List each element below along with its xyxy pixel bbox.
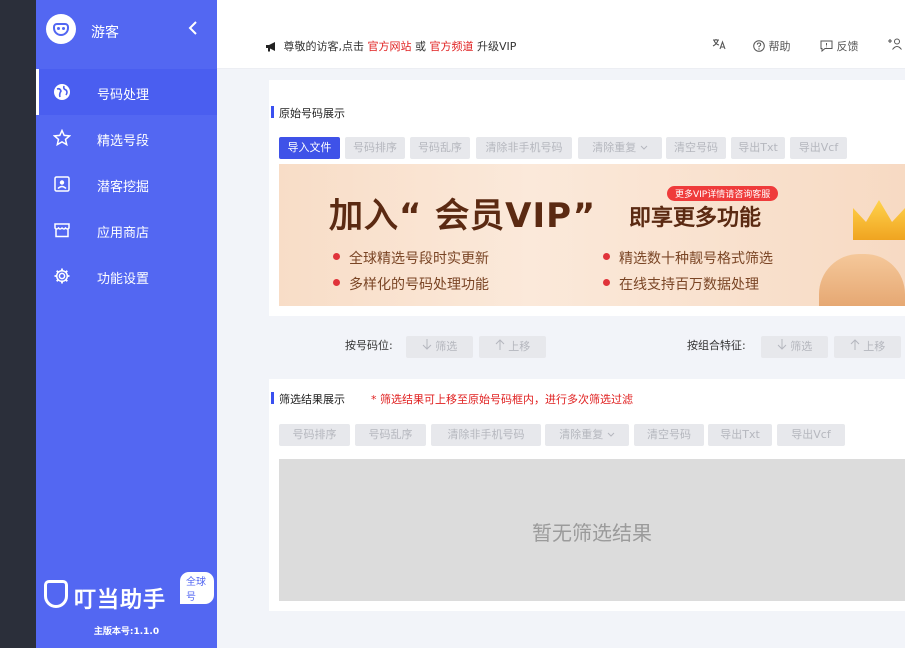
by-combination-label: 按组合特征: (687, 339, 746, 352)
arrow-down-icon (422, 339, 432, 353)
brand-badge: 全球号 (180, 572, 214, 604)
version-text: 主版本号:1.1.0 (93, 627, 160, 637)
sidebar-item-app-store[interactable]: 应用商店 (36, 207, 217, 253)
results-hint: * 筛选结果可上移至原始号码框内，进行多次筛选过滤 (371, 393, 633, 406)
brand-name: 叮当助手 (74, 588, 167, 613)
sort-numbers-button[interactable]: 号码排序 (345, 137, 405, 159)
results-shuffle-button[interactable]: 号码乱序 (355, 424, 426, 446)
notice-suffix: 升级VIP (477, 40, 517, 53)
add-user-icon (887, 38, 903, 53)
clear-numbers-button[interactable]: 清空号码 (666, 137, 726, 159)
banner-feature: 精选数十种靓号格式筛选 (603, 248, 773, 268)
help-button[interactable]: 帮助 (753, 38, 791, 55)
avatar[interactable] (46, 14, 76, 44)
official-site-link[interactable]: 官方网站 (368, 40, 412, 53)
arrow-down-icon (777, 339, 787, 353)
sidebar-item-settings[interactable]: 功能设置 (36, 253, 217, 299)
vip-notice: 尊敬的访客,点击 官方网站 或 官方频道 升级VIP (265, 38, 516, 55)
robot-logo-icon (44, 580, 68, 608)
results-export-txt-button[interactable]: 导出Txt (708, 424, 772, 446)
sidebar-item-label: 号码处理 (97, 88, 150, 103)
main-content: 原始号码展示 导入文件 号码排序 号码乱序 清除非手机号码 清除重复 清空号码 … (217, 69, 905, 648)
sidebar-header: 游客 (36, 0, 217, 62)
banner-title: 加入“ 会员VIP” (329, 196, 597, 236)
position-filter-button[interactable]: 筛选 (406, 336, 473, 358)
banner-feature: 多样化的号码处理功能 (333, 274, 489, 294)
original-section-title: 原始号码展示 (271, 106, 345, 120)
by-position-label: 按号码位: (345, 339, 393, 352)
translate-icon (712, 39, 726, 53)
help-label: 帮助 (768, 40, 791, 53)
results-remove-non-mobile-button[interactable]: 清除非手机号码 (431, 424, 541, 446)
sidebar-item-label: 精选号段 (97, 134, 150, 149)
robot-face-icon (53, 23, 69, 36)
megaphone-icon (265, 41, 278, 55)
results-section-title: 筛选结果展示 (271, 392, 345, 406)
crown-icon (853, 200, 905, 240)
arrow-up-icon (850, 339, 860, 353)
banner-pill: 更多VIP详情请咨询客服 (667, 186, 779, 201)
results-clear-button[interactable]: 清空号码 (634, 424, 704, 446)
sidebar-nav: 号码处理 精选号段 潜客挖掘 应用商店 功能设置 (36, 69, 217, 299)
window-shadow (0, 0, 38, 648)
banner-subtitle: 即享更多功能 (629, 206, 762, 231)
arrow-up-icon (495, 339, 505, 353)
feedback-button[interactable]: 反馈 (820, 38, 859, 55)
export-vcf-button[interactable]: 导出Vcf (790, 137, 847, 159)
sidebar: 游客 号码处理 精选号段 潜客挖掘 应用商店 功能设置 叮当助手 全球号 主版本… (36, 0, 217, 648)
sidebar-item-number-processing[interactable]: 号码处理 (36, 69, 217, 115)
sidebar-item-label: 功能设置 (97, 272, 150, 287)
official-channel-link[interactable]: 官方频道 (430, 40, 474, 53)
feedback-icon (820, 40, 837, 55)
sidebar-item-selected-ranges[interactable]: 精选号段 (36, 115, 217, 161)
shuffle-numbers-button[interactable]: 号码乱序 (410, 137, 470, 159)
original-numbers-panel: 原始号码展示 导入文件 号码排序 号码乱序 清除非手机号码 清除重复 清空号码 … (269, 80, 905, 316)
add-user-button[interactable] (887, 38, 903, 53)
store-icon (52, 220, 72, 240)
sidebar-item-label: 潜客挖掘 (97, 180, 150, 195)
help-icon (753, 40, 769, 55)
chevron-down-icon (640, 141, 648, 154)
globe-icon (52, 82, 72, 102)
results-empty-area: 暂无筛选结果 (279, 459, 905, 601)
combination-filter-button[interactable]: 筛选 (761, 336, 828, 358)
empty-results-text: 暂无筛选结果 (532, 521, 652, 545)
chevron-left-icon[interactable] (188, 20, 198, 39)
sidebar-item-label: 应用商店 (97, 226, 150, 241)
banner-feature: 在线支持百万数据处理 (603, 274, 759, 294)
vip-banner[interactable]: 加入“ 会员VIP” 更多VIP详情请咨询客服 即享更多功能 全球精选号段时实更… (279, 164, 905, 306)
pedestal-graphic (819, 254, 905, 306)
notice-or: 或 (415, 40, 426, 53)
user-name: 游客 (91, 25, 119, 41)
import-file-button[interactable]: 导入文件 (279, 137, 340, 159)
gear-icon (52, 266, 72, 286)
dedupe-dropdown-button[interactable]: 清除重复 (578, 137, 662, 159)
star-icon (52, 128, 72, 148)
filter-results-panel: 筛选结果展示 * 筛选结果可上移至原始号码框内，进行多次筛选过滤 号码排序 号码… (269, 379, 905, 611)
results-export-vcf-button[interactable]: 导出Vcf (777, 424, 845, 446)
sidebar-item-lead-mining[interactable]: 潜客挖掘 (36, 161, 217, 207)
export-txt-button[interactable]: 导出Txt (731, 137, 785, 159)
remove-non-mobile-button[interactable]: 清除非手机号码 (476, 137, 572, 159)
results-dedupe-dropdown-button[interactable]: 清除重复 (545, 424, 629, 446)
results-sort-button[interactable]: 号码排序 (279, 424, 350, 446)
top-bar: 尊敬的访客,点击 官方网站 或 官方频道 升级VIP 帮助 反馈 (217, 0, 905, 69)
banner-feature: 全球精选号段时实更新 (333, 248, 489, 268)
chevron-down-icon (607, 428, 615, 441)
translate-button[interactable] (712, 38, 726, 53)
contact-card-icon (52, 174, 72, 194)
feedback-label: 反馈 (836, 40, 859, 53)
combination-move-up-button[interactable]: 上移 (834, 336, 901, 358)
notice-prefix: 尊敬的访客,点击 (283, 40, 365, 53)
brand-logo: 叮当助手 全球号 (44, 572, 214, 613)
position-move-up-button[interactable]: 上移 (479, 336, 546, 358)
